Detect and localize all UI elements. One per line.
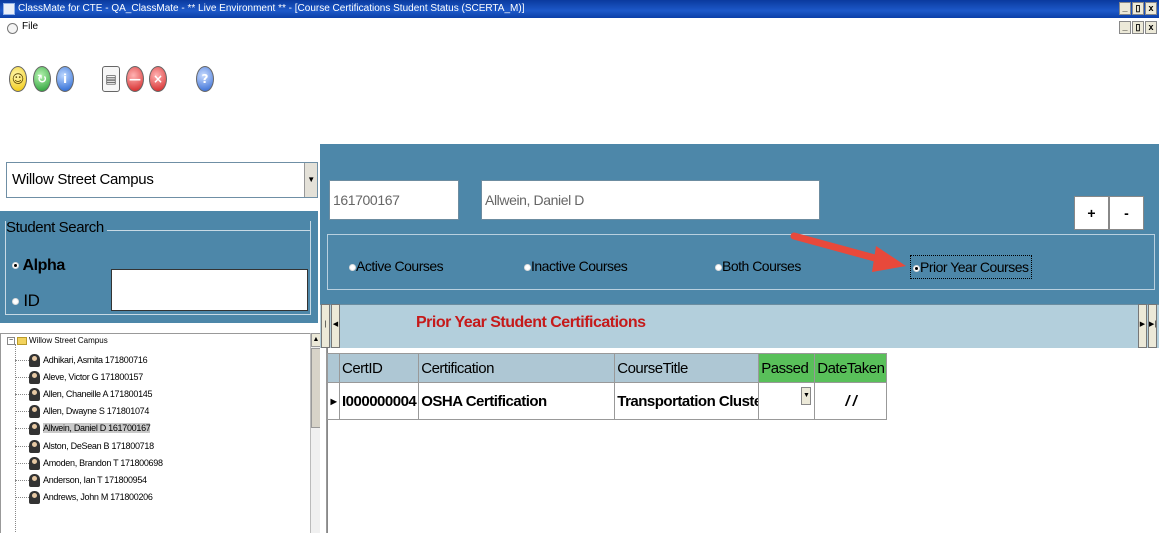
column-header-coursetitle[interactable]: CourseTitle [614, 353, 760, 383]
radio-icon[interactable] [12, 298, 19, 306]
clipboard-icon[interactable]: ▤ [102, 66, 120, 92]
grid-left-margin [320, 348, 327, 533]
tree-item[interactable]: Alston, DeSean B 171800718 [15, 438, 154, 454]
tree-item[interactable]: Allen, Dwayne S 171801074 [15, 403, 149, 419]
campus-dropdown-value: Willow Street Campus [12, 171, 154, 188]
child-close-button[interactable]: x [1145, 21, 1157, 34]
radio-icon[interactable] [349, 263, 356, 271]
tree-item[interactable]: Anderson, Ian T 171800954 [15, 472, 147, 488]
active-courses-radio[interactable]: Active Courses [349, 258, 444, 274]
last-record-icon[interactable]: ▶| [1148, 304, 1157, 348]
student-icon [29, 457, 40, 471]
cell-certid[interactable]: I000000004 [338, 382, 420, 420]
delete-icon[interactable]: × [149, 66, 167, 92]
search-input[interactable] [111, 269, 308, 311]
student-icon [29, 491, 40, 505]
window-controls: _ ▯ x [1119, 2, 1157, 15]
tree-item[interactable]: Allen, Chaneille A 171800145 [15, 386, 153, 402]
student-icon [29, 388, 40, 402]
child-window-controls: _ ▯ x [1119, 21, 1157, 34]
tree-item[interactable]: Amoden, Brandon T 171800698 [15, 455, 163, 471]
tree-item-selected[interactable]: Allwein, Daniel D 161700167 [15, 420, 151, 436]
student-icon [29, 371, 40, 385]
tree-root-label: Willow Street Campus [29, 336, 108, 345]
prior-year-courses-radio[interactable]: Prior Year Courses [910, 255, 1032, 279]
file-menu-icon[interactable] [7, 23, 18, 34]
cell-certification[interactable]: OSHA Certification [418, 382, 616, 420]
file-menu[interactable]: File [22, 21, 38, 32]
student-icon [29, 422, 40, 436]
child-restore-button[interactable]: ▯ [1132, 21, 1144, 34]
column-header-certid[interactable]: CertID [338, 353, 420, 383]
green-refresh-icon[interactable]: ↻ [33, 66, 51, 92]
red-arrow-annotation-icon [790, 232, 906, 272]
radio-icon[interactable] [715, 263, 722, 271]
tree-item[interactable]: Andrews, John M 171800206 [15, 489, 153, 505]
toolbar: ☺ ↻ i ▤ — × ? [0, 44, 1159, 134]
table-row[interactable]: ▶ I000000004 OSHA Certification Transpor… [327, 382, 888, 420]
smiley-icon[interactable]: ☺ [9, 66, 27, 92]
student-icon [29, 440, 40, 454]
add-button[interactable]: + [1074, 196, 1109, 230]
radio-icon[interactable] [524, 263, 531, 271]
student-icon [29, 354, 40, 368]
alpha-radio[interactable]: Alpha [12, 257, 65, 275]
inactive-courses-radio[interactable]: Inactive Courses [524, 258, 628, 274]
remove-button[interactable]: - [1109, 196, 1144, 230]
student-icon [29, 405, 40, 419]
id-radio[interactable]: ID [12, 291, 40, 311]
child-minimize-button[interactable]: _ [1119, 21, 1131, 34]
tree-item[interactable]: Aleve, Victor G 171800157 [15, 369, 143, 385]
chevron-down-icon[interactable]: ▼ [801, 387, 812, 405]
column-header-certification[interactable]: Certification [418, 353, 616, 383]
grid-caption: Prior Year Student Certifications [416, 314, 646, 331]
window-title: ClassMate for CTE - QA_ClassMate - ** Li… [18, 3, 525, 14]
tree-item[interactable]: Adhikari, Asmita 171800716 [15, 352, 148, 368]
column-header-passed[interactable]: Passed [758, 353, 816, 383]
id-radio-label: ID [23, 291, 40, 310]
student-tree: − Willow Street Campus Adhikari, Asmita 1… [0, 333, 320, 533]
student-id-field[interactable]: 161700167 [329, 180, 459, 220]
tree-root[interactable]: − Willow Street Campus [7, 336, 108, 345]
first-record-icon[interactable]: |◀ [321, 304, 330, 368]
minimize-button[interactable]: _ [1119, 2, 1131, 15]
student-name-field[interactable]: Allwein, Daniel D [481, 180, 820, 220]
info-icon[interactable]: i [56, 66, 74, 92]
both-courses-label: Both Courses [722, 258, 801, 274]
next-record-icon[interactable]: ▶ [1138, 304, 1147, 348]
app-icon [3, 3, 15, 15]
prev-record-icon[interactable]: ◀ [331, 304, 340, 348]
certifications-grid: CertID Certification CourseTitle Passed … [327, 353, 888, 420]
cell-datetaken[interactable]: / / [814, 382, 888, 420]
student-search-legend: Student Search [6, 219, 107, 236]
inactive-courses-label: Inactive Courses [531, 258, 628, 274]
column-header-datetaken[interactable]: DateTaken [814, 353, 888, 383]
cell-passed[interactable]: ▼ [758, 382, 816, 420]
cell-coursetitle[interactable]: Transportation Cluster - I [614, 382, 760, 420]
student-icon [29, 474, 40, 488]
both-courses-radio[interactable]: Both Courses [715, 258, 801, 274]
current-row-icon: ▶ [327, 382, 340, 420]
grid-header-row: CertID Certification CourseTitle Passed … [327, 353, 888, 383]
close-button[interactable]: x [1145, 2, 1157, 15]
group-border-top [92, 230, 311, 231]
campus-dropdown[interactable]: Willow Street Campus ▼ [6, 162, 318, 198]
row-indicator-header [327, 353, 340, 383]
radio-selected-icon[interactable] [12, 262, 19, 270]
collapse-icon[interactable]: − [7, 336, 15, 345]
stop-icon[interactable]: — [126, 66, 144, 92]
help-icon[interactable]: ? [196, 66, 214, 92]
folder-icon [17, 336, 27, 345]
alpha-radio-label: Alpha [22, 257, 65, 274]
title-bar: ClassMate for CTE - QA_ClassMate - ** Li… [0, 0, 1159, 18]
chevron-down-icon[interactable]: ▼ [304, 163, 317, 197]
restore-button[interactable]: ▯ [1132, 2, 1144, 15]
menu-bar: File _ ▯ x [0, 18, 1159, 44]
active-courses-label: Active Courses [356, 258, 444, 274]
tree-scrollbar[interactable]: ▲ [310, 333, 321, 533]
prior-year-courses-label: Prior Year Courses [920, 259, 1029, 275]
